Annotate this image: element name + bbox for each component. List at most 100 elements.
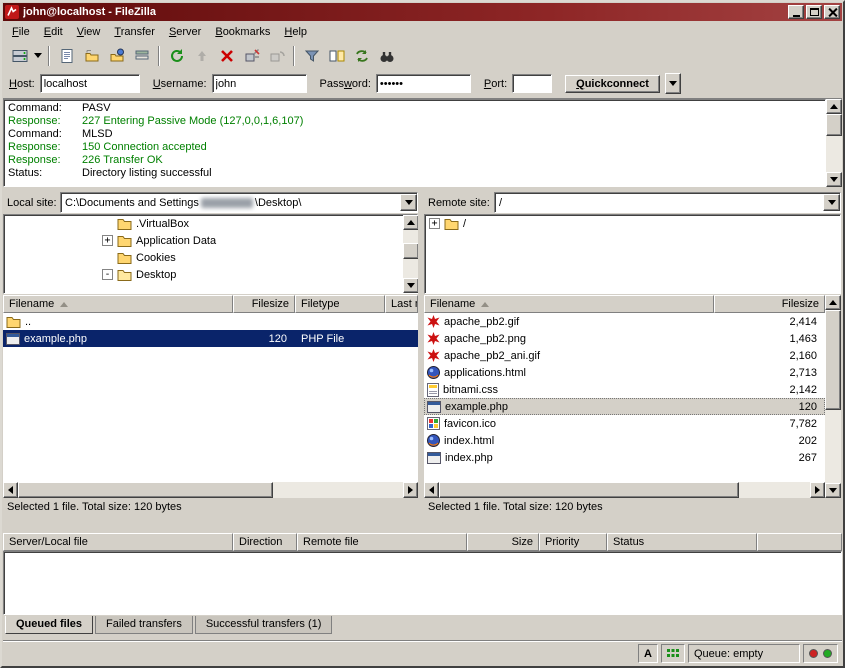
transfer-queue-list: [3, 551, 842, 615]
file-row[interactable]: apache_pb2.gif 2,414: [424, 313, 825, 330]
file-row[interactable]: applications.html 2,713: [424, 364, 825, 381]
column-header-filesize[interactable]: Filesize: [233, 295, 295, 313]
password-input[interactable]: [376, 74, 471, 93]
disconnect-button[interactable]: [239, 44, 264, 67]
port-label: Port:: [484, 78, 507, 90]
log-scrollbar[interactable]: [826, 99, 842, 187]
title-bar[interactable]: john@localhost - FileZilla: [3, 3, 842, 21]
site-manager-button[interactable]: [7, 44, 32, 67]
menu-bookmarks[interactable]: Bookmarks: [208, 23, 277, 41]
scroll-up-button[interactable]: [825, 295, 841, 310]
toggle-message-log-button[interactable]: [54, 44, 79, 67]
menu-view[interactable]: View: [70, 23, 108, 41]
maximize-button[interactable]: [806, 5, 822, 19]
menu-help[interactable]: Help: [277, 23, 314, 41]
file-row[interactable]: index.php 267: [424, 449, 825, 466]
scroll-down-button[interactable]: [825, 483, 841, 498]
remote-directory-tree: + /: [424, 214, 841, 294]
scroll-thumb[interactable]: [825, 310, 841, 410]
column-header-filename[interactable]: Filename: [3, 295, 233, 313]
column-header-filename[interactable]: Filename: [424, 295, 714, 313]
quickconnect-button[interactable]: Quickconnect: [565, 75, 660, 93]
remote-site-dropdown[interactable]: [823, 194, 840, 211]
folder-icon: [117, 217, 132, 230]
remote-horizontal-scrollbar[interactable]: [424, 482, 825, 498]
scroll-up-button[interactable]: [403, 215, 419, 230]
tree-item-root[interactable]: + /: [425, 215, 840, 232]
site-manager-dropdown[interactable]: [32, 44, 44, 67]
local-site-dropdown[interactable]: [400, 194, 417, 211]
menu-edit[interactable]: Edit: [37, 23, 70, 41]
tab-successful-transfers[interactable]: Successful transfers (1): [195, 616, 333, 634]
file-row-selected[interactable]: example.php 120: [424, 398, 825, 415]
cancel-button[interactable]: [214, 44, 239, 67]
username-input[interactable]: [212, 74, 307, 93]
port-input[interactable]: [512, 74, 552, 93]
scroll-thumb[interactable]: [826, 114, 842, 136]
menu-transfer[interactable]: Transfer: [107, 23, 162, 41]
toggle-queue-button[interactable]: [129, 44, 154, 67]
column-header-priority[interactable]: Priority: [539, 533, 607, 551]
scroll-thumb[interactable]: [439, 482, 739, 498]
queue-splitter[interactable]: [3, 518, 842, 532]
scroll-down-button[interactable]: [403, 278, 419, 293]
find-files-button[interactable]: [374, 44, 399, 67]
column-header-remote-file[interactable]: Remote file: [297, 533, 467, 551]
menu-server[interactable]: Server: [162, 23, 208, 41]
close-button[interactable]: [824, 5, 840, 19]
scroll-left-button[interactable]: [3, 482, 18, 498]
column-header-last-modified[interactable]: Last modified: [385, 295, 418, 313]
file-row[interactable]: apache_pb2_ani.gif 2,160: [424, 347, 825, 364]
local-site-combobox[interactable]: C:\Documents and Settings\Desktop\: [60, 192, 418, 213]
scroll-thumb[interactable]: [403, 243, 419, 259]
encoding-indicator[interactable]: A: [638, 644, 658, 663]
column-header-server-local-file[interactable]: Server/Local file: [3, 533, 233, 551]
tab-failed-transfers[interactable]: Failed transfers: [95, 616, 193, 634]
scroll-right-button[interactable]: [810, 482, 825, 498]
parent-directory-row[interactable]: ..: [3, 313, 418, 330]
minimize-button[interactable]: [788, 5, 804, 19]
file-row[interactable]: apache_pb2.png 1,463: [424, 330, 825, 347]
scroll-up-button[interactable]: [826, 99, 842, 114]
toggle-remote-tree-button[interactable]: [104, 44, 129, 67]
scroll-left-button[interactable]: [424, 482, 439, 498]
file-row[interactable]: bitnami.css 2,142: [424, 381, 825, 398]
tab-queued-files[interactable]: Queued files: [5, 616, 93, 634]
tree-item-virtualbox[interactable]: .VirtualBox: [4, 215, 417, 232]
refresh-icon: [169, 48, 185, 64]
column-header-direction[interactable]: Direction: [233, 533, 297, 551]
column-header-filetype[interactable]: Filetype: [295, 295, 385, 313]
scroll-right-button[interactable]: [403, 482, 418, 498]
encryption-indicator[interactable]: [661, 644, 685, 663]
collapse-icon[interactable]: -: [102, 269, 113, 280]
remote-selection-status: Selected 1 file. Total size: 120 bytes: [428, 501, 603, 516]
tree-item-desktop[interactable]: - Desktop: [4, 266, 417, 283]
quickconnect-dropdown[interactable]: [665, 73, 681, 94]
expand-icon[interactable]: +: [429, 218, 440, 229]
column-header-size[interactable]: Size: [467, 533, 539, 551]
directory-comparison-button[interactable]: [324, 44, 349, 67]
process-queue-button[interactable]: [189, 44, 214, 67]
host-input[interactable]: [40, 74, 140, 93]
reconnect-button[interactable]: [264, 44, 289, 67]
local-horizontal-scrollbar[interactable]: [3, 482, 418, 498]
remote-list-scrollbar[interactable]: [825, 295, 841, 498]
column-header-status[interactable]: Status: [607, 533, 757, 551]
tree-item-cookies[interactable]: Cookies: [4, 249, 417, 266]
file-row[interactable]: favicon.ico 7,782: [424, 415, 825, 432]
refresh-button[interactable]: [164, 44, 189, 67]
local-tree-scrollbar[interactable]: [403, 215, 419, 293]
filter-button[interactable]: [299, 44, 324, 67]
file-row[interactable]: index.html 202: [424, 432, 825, 449]
file-row-selected[interactable]: example.php 120 PHP File: [3, 330, 418, 347]
maximize-icon: [810, 8, 819, 16]
toggle-local-tree-button[interactable]: [79, 44, 104, 67]
scroll-thumb[interactable]: [18, 482, 273, 498]
menu-file[interactable]: File: [5, 23, 37, 41]
tree-item-application-data[interactable]: + Application Data: [4, 232, 417, 249]
synchronized-browsing-button[interactable]: [349, 44, 374, 67]
scroll-down-button[interactable]: [826, 172, 842, 187]
remote-site-combobox[interactable]: /: [494, 192, 841, 213]
column-header-filesize[interactable]: Filesize: [714, 295, 825, 313]
expand-icon[interactable]: +: [102, 235, 113, 246]
